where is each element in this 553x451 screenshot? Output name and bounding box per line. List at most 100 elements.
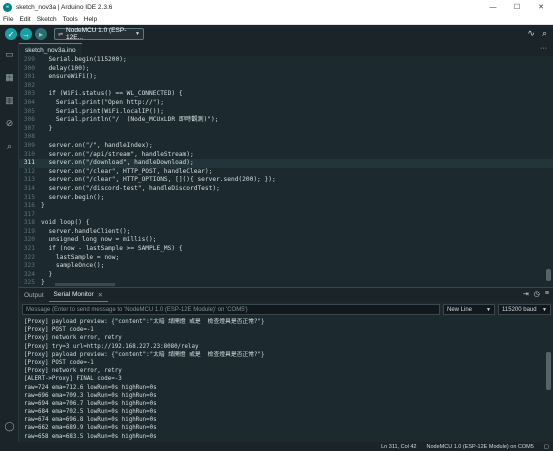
- boards-manager-icon[interactable]: ▦: [0, 66, 19, 89]
- serial-line: raw=724 ema=712.6 lowRun=0s highRun=0s: [24, 384, 157, 391]
- code-line[interactable]: 308: [19, 133, 553, 142]
- tab-sketch-file[interactable]: sketch_nov3a.ino: [19, 43, 82, 56]
- debug-icon[interactable]: ⊘: [0, 112, 19, 135]
- code-text: server.handleClient();: [41, 227, 131, 235]
- more-options-icon[interactable]: ···: [540, 45, 547, 52]
- code-line[interactable]: 318 void loop() {: [19, 219, 553, 228]
- menu-edit[interactable]: Edit: [19, 16, 30, 23]
- arrow-right-icon: →: [22, 29, 30, 39]
- baud-rate-select[interactable]: 115200 baud ▼: [498, 304, 551, 315]
- serial-line: raw=694 ema=706.7 lowRun=0s highRun=0s: [24, 400, 157, 407]
- timestamp-toggle-icon[interactable]: ⇥: [523, 290, 529, 298]
- serial-lines: [Proxy] payload preview: {"content":"太暗 …: [24, 318, 553, 440]
- serial-monitor-icon[interactable]: ⌕: [542, 28, 547, 39]
- board-selector[interactable]: ⇌ NodeMCU 1.0 (ESP-12E... ▼: [54, 27, 144, 41]
- line-number: 309: [23, 141, 35, 149]
- code-line[interactable]: 307 }: [19, 125, 553, 134]
- code-line[interactable]: 299 Serial.begin(115200);: [19, 56, 553, 65]
- serial-line: raw=662 ema=689.9 lowRun=0s highRun=0s: [24, 425, 157, 432]
- code-editor[interactable]: 299 Serial.begin(115200); 300 delay(100);…: [19, 56, 553, 287]
- code-text: sampleOnce();: [41, 262, 105, 270]
- code-line[interactable]: 301 ensureWiFi();: [19, 73, 553, 82]
- line-number: 319: [23, 227, 35, 235]
- code-line[interactable]: 324 }: [19, 271, 553, 280]
- line-number: 320: [23, 236, 35, 244]
- serial-plotter-icon[interactable]: ∿: [527, 28, 535, 39]
- line-number: 305: [23, 107, 35, 115]
- line-number: 304: [23, 98, 35, 106]
- code-line[interactable]: 313 server.on("/clear", HTTP_OPTIONS, []…: [19, 176, 553, 185]
- serial-line: raw=658 ema=683.5 lowRun=0s highRun=0s: [24, 433, 157, 440]
- verify-button[interactable]: ✓: [5, 28, 17, 40]
- message-input[interactable]: Message (Enter to send message to 'NodeM…: [22, 304, 440, 315]
- minimize-button[interactable]: —: [481, 0, 505, 14]
- code-line[interactable]: 317: [19, 211, 553, 220]
- window-title: sketch_nov3a | Arduino IDE 2.3.6: [16, 3, 113, 11]
- sketchbook-folder-icon[interactable]: ▭: [0, 43, 19, 66]
- code-line[interactable]: 305 Serial.print(WiFi.localIP());: [19, 108, 553, 117]
- code-line[interactable]: 320 unsigned long now = millis();: [19, 236, 553, 245]
- library-manager-icon[interactable]: ▥: [0, 89, 19, 112]
- code-text: void loop() {: [41, 219, 90, 227]
- code-text: Serial.print(WiFi.localIP());: [41, 107, 164, 115]
- account-icon[interactable]: ◯: [0, 415, 19, 438]
- line-number: 306: [23, 116, 35, 124]
- search-icon[interactable]: ⌕: [0, 135, 19, 158]
- menu-file[interactable]: File: [3, 16, 13, 23]
- serial-scrollbar[interactable]: [546, 352, 551, 390]
- menu-tools[interactable]: Tools: [63, 16, 78, 23]
- line-ending-select[interactable]: New Line ▼: [443, 304, 495, 315]
- code-line[interactable]: 302: [19, 82, 553, 91]
- serial-line: [Proxy] network error, retry: [24, 335, 122, 342]
- code-line[interactable]: 314 server.on("/discord-test", handleDis…: [19, 185, 553, 194]
- code-line[interactable]: 306 Serial.println("/ (Node_MCUxLDR 即時觀測…: [19, 116, 553, 125]
- board-selector-label: NodeMCU 1.0 (ESP-12E...: [66, 27, 127, 41]
- debug-button[interactable]: ▸: [35, 28, 47, 40]
- close-icon[interactable]: ✕: [98, 291, 103, 299]
- line-number: 313: [23, 176, 35, 184]
- code-line[interactable]: 316}: [19, 202, 553, 211]
- code-line[interactable]: 304 Serial.print("Open http://");: [19, 99, 553, 108]
- line-number: 316: [23, 202, 35, 210]
- notifications-icon[interactable]: ▢: [544, 444, 549, 450]
- title-bar: ∞ sketch_nov3a | Arduino IDE 2.3.6 — ☐ ✕: [0, 0, 553, 14]
- code-line[interactable]: 315 server.begin();: [19, 194, 553, 203]
- cursor-position[interactable]: Ln 311, Col 42: [381, 444, 416, 450]
- code-line[interactable]: 300 delay(100);: [19, 65, 553, 74]
- status-bar: Ln 311, Col 42 NodeMCU 1.0 (ESP-12E Modu…: [0, 442, 553, 451]
- serial-line: [Proxy] payload preview: {"content":"太暗 …: [24, 319, 265, 325]
- clear-output-icon[interactable]: ≡: [545, 290, 549, 298]
- serial-line: [ALERT->Proxy] FINAL code=-3: [24, 376, 122, 383]
- code-line[interactable]: 319 server.handleClient();: [19, 228, 553, 237]
- tab-output[interactable]: Output: [19, 288, 49, 302]
- code-line[interactable]: 311 server.on("/download", handleDownloa…: [19, 159, 553, 168]
- code-line[interactable]: 321 if (now - lastSample >= SAMPLE_MS) {: [19, 245, 553, 254]
- serial-line: [Proxy] POST code=-1: [24, 359, 94, 366]
- usb-icon: ⇌: [58, 31, 64, 38]
- serial-line: raw=696 ema=709.3 lowRun=0s highRun=0s: [24, 392, 157, 399]
- maximize-button[interactable]: ☐: [505, 0, 529, 14]
- code-line[interactable]: 323 sampleOnce();: [19, 262, 553, 271]
- code-text: Serial.print("Open http://");: [41, 98, 164, 106]
- line-number: 323: [23, 262, 35, 270]
- close-button[interactable]: ✕: [529, 0, 553, 14]
- menu-sketch[interactable]: Sketch: [37, 16, 57, 23]
- board-port-status[interactable]: NodeMCU 1.0 (ESP-12E Module) on COM5: [427, 444, 534, 450]
- tab-serial-monitor-label: Serial Monitor: [53, 291, 94, 298]
- tab-serial-monitor[interactable]: Serial Monitor ✕: [48, 288, 109, 302]
- code-text: server.on("/api/stream", handleStream);: [41, 150, 194, 158]
- left-sidebar: ▭ ▦ ▥ ⊘ ⌕ ◯: [0, 43, 19, 442]
- menu-help[interactable]: Help: [84, 16, 97, 23]
- editor-scrollbar[interactable]: [546, 269, 551, 281]
- code-line[interactable]: 322 lastSample = now;: [19, 254, 553, 263]
- code-line[interactable]: 310 server.on("/api/stream", handleStrea…: [19, 151, 553, 160]
- code-text: server.on("/discord-test", handleDiscord…: [41, 184, 220, 192]
- code-line[interactable]: 312 server.on("/clear", HTTP_POST, handl…: [19, 168, 553, 177]
- code-line[interactable]: 303 if (WiFi.status() == WL_CONNECTED) {: [19, 90, 553, 99]
- upload-button[interactable]: →: [20, 28, 32, 40]
- code-text: Serial.println("/ (Node_MCUxLDR 即時觀測)");: [41, 116, 219, 124]
- editor-horizontal-scrollbar[interactable]: [55, 283, 115, 286]
- clock-icon[interactable]: ◷: [534, 290, 540, 298]
- code-line[interactable]: 309 server.on("/", handleIndex);: [19, 142, 553, 151]
- chevron-down-icon: ▼: [542, 306, 547, 313]
